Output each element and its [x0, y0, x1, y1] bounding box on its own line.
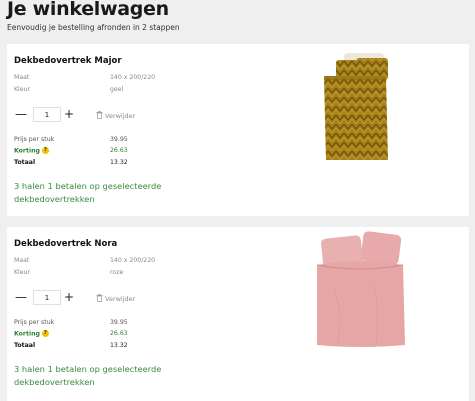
discount-value: 26.63: [110, 147, 128, 154]
total-label: Totaal: [14, 159, 36, 166]
product-name[interactable]: Dekbedovertrek Major: [14, 56, 122, 66]
total-value: 13.32: [110, 159, 128, 166]
trash-icon: [96, 111, 103, 119]
unit-price-value: 39.95: [110, 319, 128, 326]
total-label: Totaal: [14, 342, 36, 349]
trash-icon: [96, 294, 103, 302]
quantity-input[interactable]: [33, 290, 61, 305]
remove-item-button[interactable]: Verwijder: [96, 294, 135, 303]
cart-item-card: Dekbedovertrek Nora Maat 140 x 200/220 K…: [7, 227, 469, 401]
unit-price-label: Prijs per stuk: [14, 319, 55, 326]
quantity-input[interactable]: [33, 107, 61, 122]
size-value: 140 x 200/220: [110, 257, 156, 264]
discount-label-text: Korting: [14, 330, 40, 338]
cart-item-card: Dekbedovertrek Major Maat 140 x 200/220 …: [7, 44, 469, 216]
size-label: Maat: [14, 74, 30, 81]
color-label: Kleur: [14, 269, 31, 276]
discount-label: Korting?: [14, 147, 49, 155]
discount-label: Korting?: [14, 330, 49, 338]
quantity-decrease-button[interactable]: —: [15, 108, 27, 120]
total-value: 13.32: [110, 342, 128, 349]
size-value: 140 x 200/220: [110, 74, 156, 81]
product-name[interactable]: Dekbedovertrek Nora: [14, 239, 117, 249]
discount-value: 26.63: [110, 330, 128, 337]
color-value: roze: [110, 269, 124, 276]
color-label: Kleur: [14, 86, 31, 93]
remove-label: Verwijder: [105, 295, 136, 303]
remove-label: Verwijder: [105, 112, 136, 120]
unit-price-value: 39.95: [110, 136, 128, 143]
unit-price-label: Prijs per stuk: [14, 136, 55, 143]
color-value: geel: [110, 86, 124, 93]
page-subtitle: Eenvoudig je bestelling afronden in 2 st…: [7, 23, 180, 32]
size-label: Maat: [14, 257, 30, 264]
remove-item-button[interactable]: Verwijder: [96, 111, 135, 120]
product-image[interactable]: [314, 231, 406, 349]
info-icon[interactable]: ?: [41, 330, 49, 337]
quantity-increase-button[interactable]: +: [64, 291, 74, 303]
quantity-decrease-button[interactable]: —: [15, 291, 27, 303]
info-icon[interactable]: ?: [41, 147, 49, 154]
page-title: Je winkelwagen: [7, 0, 169, 20]
promo-link[interactable]: 3 halen 1 betalen op geselecteerde dekbe…: [14, 180, 184, 206]
product-image[interactable]: [320, 52, 390, 164]
quantity-increase-button[interactable]: +: [64, 108, 74, 120]
discount-label-text: Korting: [14, 147, 40, 155]
promo-link[interactable]: 3 halen 1 betalen op geselecteerde dekbe…: [14, 363, 184, 389]
